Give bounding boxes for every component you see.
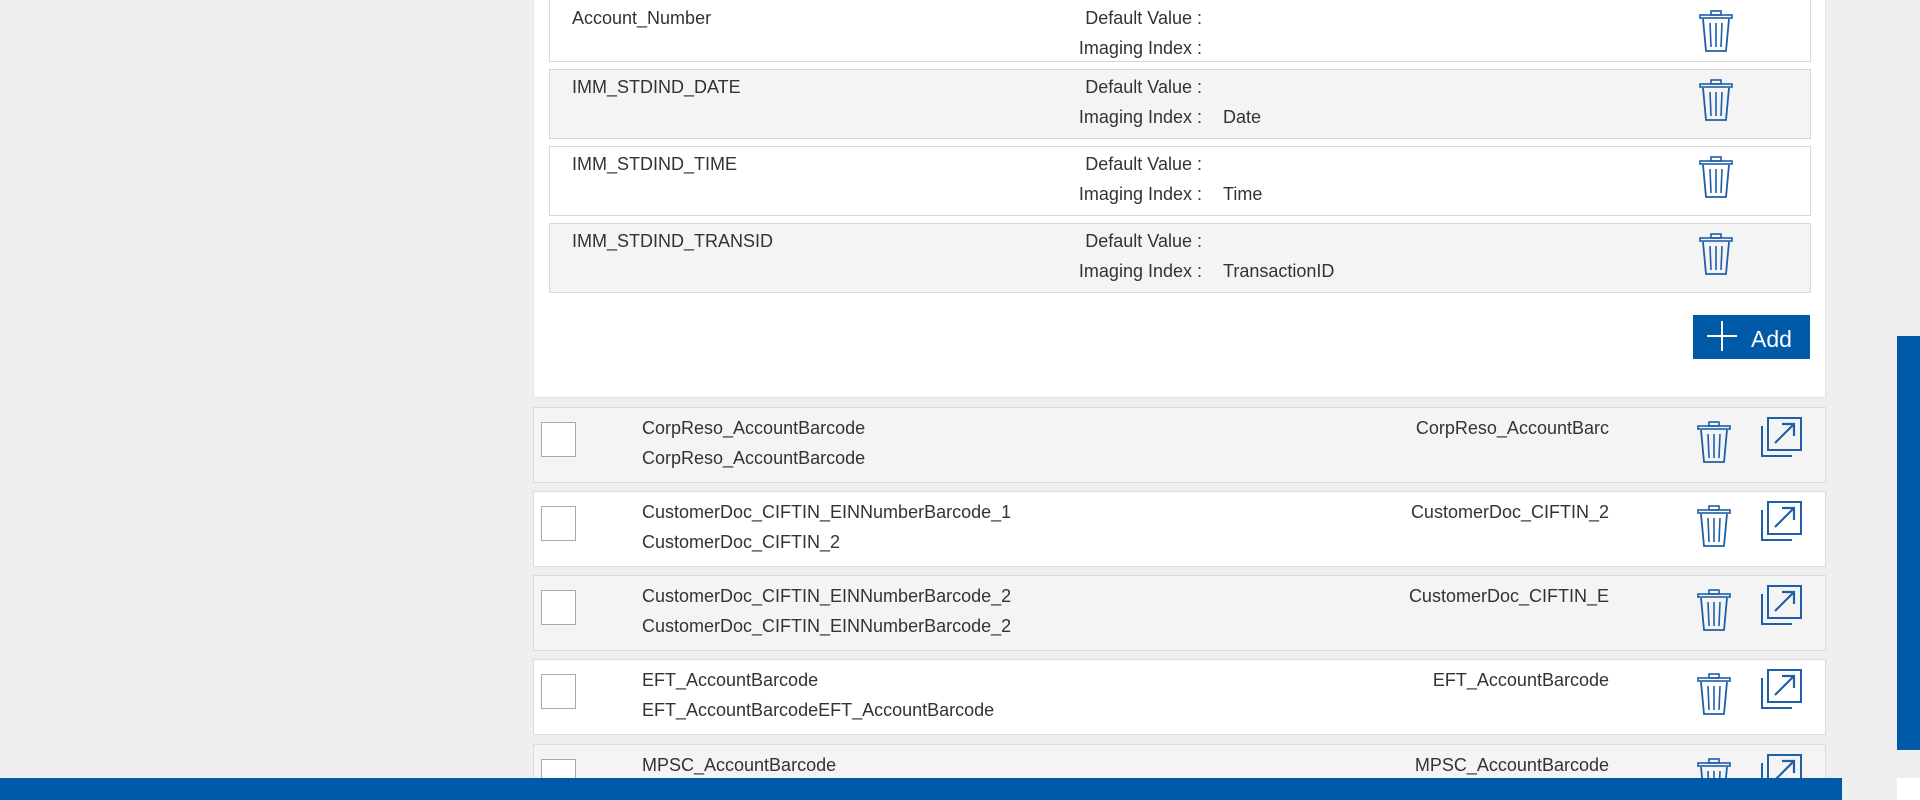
index-field-row: IMM_STDIND_TIME Default Value : Imaging … — [549, 146, 1811, 216]
trash-icon[interactable] — [1698, 9, 1734, 53]
index-field-name: IMM_STDIND_DATE — [572, 77, 741, 97]
imaging-index-value: Date — [1223, 107, 1262, 127]
trash-icon[interactable] — [1698, 78, 1734, 122]
document-alias: CustomerDoc_CIFTIN_E — [1408, 586, 1609, 606]
default-value-label: Default Value : — [1085, 8, 1202, 28]
scrollbar-track[interactable] — [1897, 778, 1920, 800]
row-checkbox[interactable] — [541, 422, 576, 457]
open-external-icon[interactable] — [1760, 584, 1804, 628]
bottom-action-bar — [0, 778, 1842, 800]
row-checkbox[interactable] — [541, 590, 576, 625]
add-index-field-button[interactable]: Add — [1693, 315, 1810, 359]
open-external-icon[interactable] — [1760, 668, 1804, 712]
document-alias: EFT_AccountBarcode — [1432, 670, 1609, 690]
scrollbar-thumb[interactable] — [1897, 336, 1920, 750]
document-alias: MPSC_AccountBarcode — [1414, 755, 1609, 775]
document-alias: CustomerDoc_CIFTIN_2 — [1410, 502, 1609, 522]
document-name: CustomerDoc_CIFTIN_EINNumberBarcode_1 — [642, 502, 1012, 522]
document-name: MPSC_AccountBarcode — [642, 755, 837, 775]
document-name: CorpReso_AccountBarcode — [642, 418, 866, 438]
add-button-label: Add — [1751, 326, 1792, 352]
trash-icon[interactable] — [1698, 155, 1734, 199]
document-row: CustomerDoc_CIFTIN_EINNumberBarcode_1 Cu… — [533, 491, 1826, 567]
imaging-index-label: Imaging Index : — [1078, 107, 1202, 127]
document-subname: EFT_AccountBarcodeEFT_AccountBarcode — [642, 700, 995, 720]
default-value-label: Default Value : — [1085, 154, 1202, 174]
document-row: EFT_AccountBarcode EFT_AccountBarcodeEFT… — [533, 659, 1826, 735]
open-external-icon[interactable] — [1760, 500, 1804, 544]
plus-icon — [1707, 321, 1737, 351]
imaging-index-label: Imaging Index : — [1078, 38, 1202, 58]
trash-icon[interactable] — [1698, 232, 1734, 276]
document-subname: CustomerDoc_CIFTIN_2 — [642, 532, 841, 552]
row-checkbox[interactable] — [541, 674, 576, 709]
imaging-index-label: Imaging Index : — [1078, 184, 1202, 204]
document-row: CorpReso_AccountBarcode CorpReso_Account… — [533, 407, 1826, 483]
index-field-name: IMM_STDIND_TIME — [572, 154, 738, 174]
default-value-label: Default Value : — [1085, 77, 1202, 97]
index-field-row: IMM_STDIND_DATE Default Value : Imaging … — [549, 69, 1811, 139]
imaging-index-value: Time — [1223, 184, 1263, 204]
default-value-label: Default Value : — [1085, 231, 1202, 251]
document-subname: CorpReso_AccountBarcode — [642, 448, 866, 468]
document-row: CustomerDoc_CIFTIN_EINNumberBarcode_2 Cu… — [533, 575, 1826, 651]
row-checkbox[interactable] — [541, 506, 576, 541]
index-field-name: IMM_STDIND_TRANSID — [572, 231, 774, 251]
open-external-icon[interactable] — [1760, 416, 1804, 460]
index-field-row: IMM_STDIND_TRANSID Default Value : Imagi… — [549, 223, 1811, 293]
document-subname: CustomerDoc_CIFTIN_EINNumberBarcode_2 — [642, 616, 1012, 636]
document-name: EFT_AccountBarcode — [642, 670, 819, 690]
index-field-name: Account_Number — [572, 8, 712, 28]
document-name: CustomerDoc_CIFTIN_EINNumberBarcode_2 — [642, 586, 1012, 606]
trash-icon[interactable] — [1696, 588, 1732, 632]
trash-icon[interactable] — [1696, 420, 1732, 464]
document-alias: CorpReso_AccountBarc — [1415, 418, 1609, 438]
trash-icon[interactable] — [1696, 504, 1732, 548]
index-field-row: Account_Number Default Value : Imaging I… — [549, 0, 1811, 62]
trash-icon[interactable] — [1696, 672, 1732, 716]
imaging-index-label: Imaging Index : — [1078, 261, 1202, 281]
imaging-index-value: TransactionID — [1223, 261, 1335, 281]
